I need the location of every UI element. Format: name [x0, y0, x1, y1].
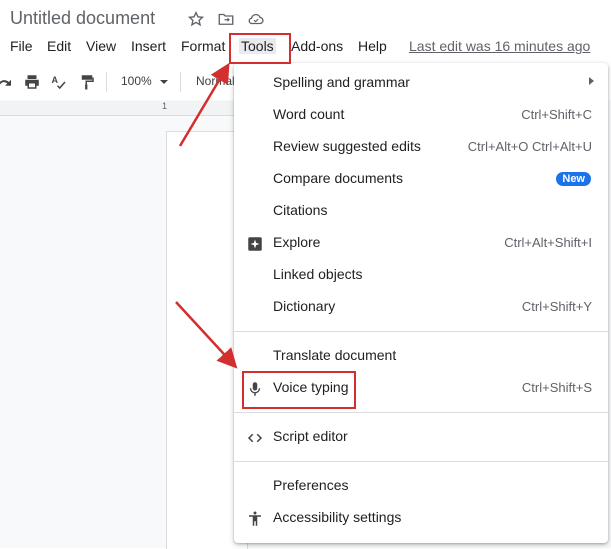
- menu-item-label: Explore: [273, 234, 321, 250]
- tools-highlight-box: [229, 33, 291, 64]
- explore-icon: [246, 235, 264, 253]
- spellcheck-icon[interactable]: A: [50, 73, 68, 91]
- menu-item-label: Translate document: [273, 347, 397, 363]
- paint-format-icon[interactable]: [78, 73, 96, 91]
- menu-bar: File Edit View Insert Format Tools Add-o…: [0, 36, 611, 58]
- menu-format[interactable]: Format: [181, 38, 225, 54]
- menu-help[interactable]: Help: [358, 38, 387, 54]
- menu-edit[interactable]: Edit: [47, 38, 71, 54]
- menu-item-label: Citations: [273, 202, 328, 218]
- star-icon[interactable]: [187, 10, 205, 28]
- menu-item-citations[interactable]: Citations: [234, 196, 608, 226]
- tools-menu: Spelling and grammar Word count Ctrl+Shi…: [234, 63, 608, 543]
- menu-item-shortcut: Ctrl+Shift+Y: [521, 299, 592, 314]
- menu-item-review-suggested-edits[interactable]: Review suggested edits Ctrl+Alt+O Ctrl+A…: [234, 132, 608, 162]
- menu-item-label: Dictionary: [273, 298, 336, 314]
- menu-item-script-editor[interactable]: Script editor: [234, 422, 608, 452]
- toolbar-divider: [106, 72, 107, 92]
- svg-text:A: A: [52, 75, 59, 85]
- menu-item-label: Linked objects: [273, 266, 363, 282]
- redo-icon[interactable]: [0, 73, 14, 91]
- submenu-arrow-icon: [589, 77, 594, 85]
- menu-item-translate-document[interactable]: Translate document: [234, 341, 608, 371]
- menu-item-preferences[interactable]: Preferences: [234, 471, 608, 501]
- zoom-select[interactable]: 100%: [121, 74, 152, 88]
- menu-item-label: Preferences: [273, 477, 349, 493]
- menu-addons[interactable]: Add-ons: [291, 38, 343, 54]
- cloud-status-icon[interactable]: [247, 10, 265, 28]
- menu-item-compare-documents[interactable]: Compare documents New: [234, 164, 608, 194]
- menu-item-linked-objects[interactable]: Linked objects: [234, 260, 608, 290]
- menu-file[interactable]: File: [10, 38, 33, 54]
- menu-item-shortcut: Ctrl+Shift+S: [521, 380, 592, 395]
- menu-item-word-count[interactable]: Word count Ctrl+Shift+C: [234, 100, 608, 130]
- code-icon: [246, 429, 264, 447]
- menu-item-label: Accessibility settings: [273, 509, 402, 525]
- document-title[interactable]: Untitled document: [10, 8, 155, 29]
- menu-item-spelling-grammar[interactable]: Spelling and grammar: [234, 68, 608, 98]
- ruler-number: 1: [162, 101, 168, 111]
- menu-item-label: Review suggested edits: [273, 138, 421, 154]
- paragraph-style-select[interactable]: Normal: [196, 74, 235, 88]
- last-edit-link[interactable]: Last edit was 16 minutes ago: [409, 38, 590, 54]
- menu-divider: [234, 331, 608, 332]
- move-to-folder-icon[interactable]: [217, 10, 235, 28]
- toolbar-divider: [180, 72, 181, 92]
- menu-item-label: Spelling and grammar: [273, 74, 410, 90]
- new-badge: New: [556, 172, 591, 186]
- accessibility-icon: [246, 510, 264, 528]
- menu-item-shortcut: Ctrl+Alt+Shift+I: [504, 235, 592, 250]
- menu-item-explore[interactable]: Explore Ctrl+Alt+Shift+I: [234, 228, 608, 258]
- ruler[interactable]: 1: [0, 101, 234, 116]
- menu-item-label: Word count: [273, 106, 345, 122]
- print-icon[interactable]: [23, 73, 41, 91]
- menu-divider: [234, 412, 608, 413]
- chevron-down-icon[interactable]: [158, 73, 170, 91]
- menu-view[interactable]: View: [86, 38, 116, 54]
- menu-insert[interactable]: Insert: [131, 38, 166, 54]
- menu-item-dictionary[interactable]: Dictionary Ctrl+Shift+Y: [234, 292, 608, 322]
- menu-item-accessibility-settings[interactable]: Accessibility settings: [234, 503, 608, 533]
- menu-item-label: Compare documents: [273, 170, 403, 186]
- menu-item-shortcut: Ctrl+Shift+C: [521, 107, 592, 122]
- menu-divider: [234, 461, 608, 462]
- menu-item-shortcut: Ctrl+Alt+O Ctrl+Alt+U: [467, 139, 592, 154]
- voice-typing-highlight-box: [242, 371, 356, 409]
- menu-item-label: Script editor: [273, 428, 348, 444]
